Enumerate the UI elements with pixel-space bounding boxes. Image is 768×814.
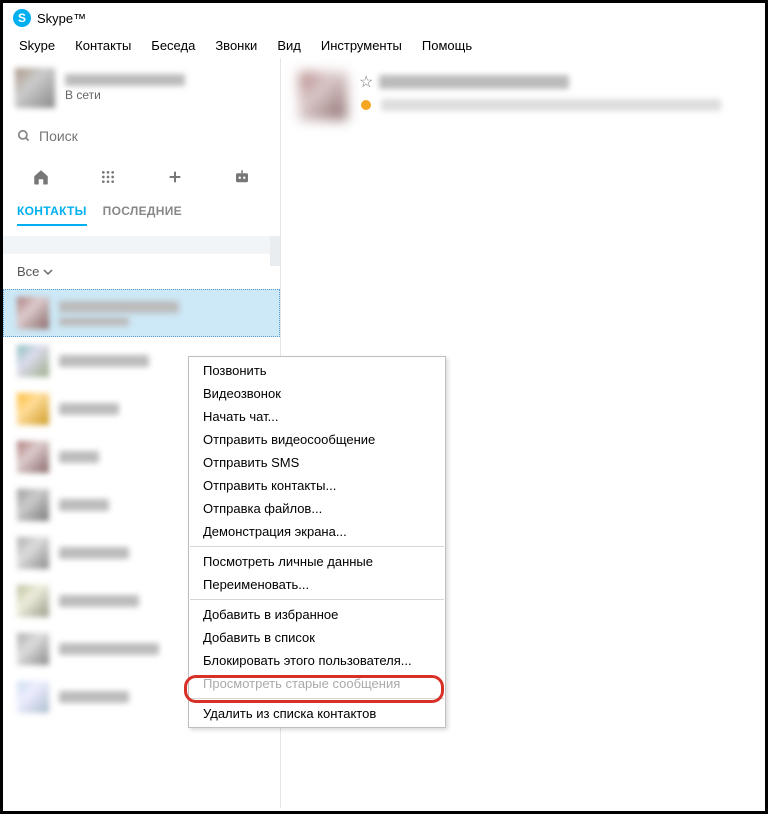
contact-subtext [59,317,129,326]
profile-section[interactable]: В сети [3,58,280,118]
self-name [65,74,185,86]
contact-name [59,595,139,607]
contact-avatar [17,345,49,377]
scrollbar-icon[interactable] [270,236,280,266]
contact-avatar [17,489,49,521]
chat-mood [381,99,721,111]
contact-avatar [17,681,49,713]
chevron-down-icon [43,267,53,277]
menu-send-files[interactable]: Отправка файлов... [189,497,445,520]
filter-label: Все [17,264,39,279]
menu-block-user[interactable]: Блокировать этого пользователя... [189,649,445,672]
menu-contacts[interactable]: Контакты [67,36,139,55]
tab-recent[interactable]: ПОСЛЕДНИЕ [103,204,182,226]
menu-rename[interactable]: Переименовать... [189,573,445,596]
menu-add-to-list[interactable]: Добавить в список [189,626,445,649]
contact-avatar [17,633,49,665]
favorite-star-icon[interactable]: ☆ [359,72,373,92]
filter-dropdown[interactable]: Все [3,254,280,289]
menu-separator [190,698,444,699]
chat-header: ☆ [299,72,747,120]
bot-icon[interactable] [228,166,256,188]
sidebar-icon-row [3,158,280,200]
contact-avatar [17,537,49,569]
self-avatar [15,68,55,108]
contact-name [59,691,129,703]
app-title: Skype™ [37,11,86,26]
chat-avatar[interactable] [299,72,347,120]
titlebar: Skype™ [3,3,765,33]
add-contact-icon[interactable] [161,166,189,188]
search-icon [17,129,31,143]
menu-separator [190,599,444,600]
menu-conversation[interactable]: Беседа [143,36,203,55]
sidebar-tabs: КОНТАКТЫ ПОСЛЕДНИЕ [3,200,280,236]
menu-call[interactable]: Позвонить [189,359,445,382]
menu-calls[interactable]: Звонки [207,36,265,55]
menu-video-call[interactable]: Видеозвонок [189,382,445,405]
skype-logo-icon [13,9,31,27]
menu-view-old-messages: Просмотреть старые сообщения [189,672,445,695]
contact-avatar [17,441,49,473]
menu-send-video-message[interactable]: Отправить видеосообщение [189,428,445,451]
away-status-icon [359,98,373,112]
contact-name [59,499,109,511]
contact-name [59,301,179,313]
section-gap [3,236,280,254]
menu-add-favorite[interactable]: Добавить в избранное [189,603,445,626]
dialpad-icon[interactable] [94,166,122,188]
menu-skype[interactable]: Skype [11,36,63,55]
chat-title [379,75,569,89]
contact-name [59,355,149,367]
contact-name [59,451,99,463]
contact-context-menu: Позвонить Видеозвонок Начать чат... Отпр… [188,356,446,728]
menubar: Skype Контакты Беседа Звонки Вид Инструм… [3,33,765,58]
self-status: В сети [65,88,185,102]
search-input[interactable] [39,128,266,144]
menu-send-sms[interactable]: Отправить SMS [189,451,445,474]
contact-name [59,643,159,655]
menu-remove-contact[interactable]: Удалить из списка контактов [189,702,445,725]
contact-name [59,547,129,559]
menu-view-profile[interactable]: Посмотреть личные данные [189,550,445,573]
menu-start-chat[interactable]: Начать чат... [189,405,445,428]
menu-tools[interactable]: Инструменты [313,36,410,55]
menu-send-contacts[interactable]: Отправить контакты... [189,474,445,497]
menu-view[interactable]: Вид [269,36,309,55]
menu-screen-share[interactable]: Демонстрация экрана... [189,520,445,543]
tab-contacts[interactable]: КОНТАКТЫ [17,204,87,226]
contact-avatar [17,297,49,329]
search-row[interactable] [3,118,280,158]
menu-separator [190,546,444,547]
menu-help[interactable]: Помощь [414,36,480,55]
contact-avatar [17,585,49,617]
home-icon[interactable] [27,166,55,188]
contact-name [59,403,119,415]
contact-item[interactable] [3,289,280,337]
contact-avatar [17,393,49,425]
